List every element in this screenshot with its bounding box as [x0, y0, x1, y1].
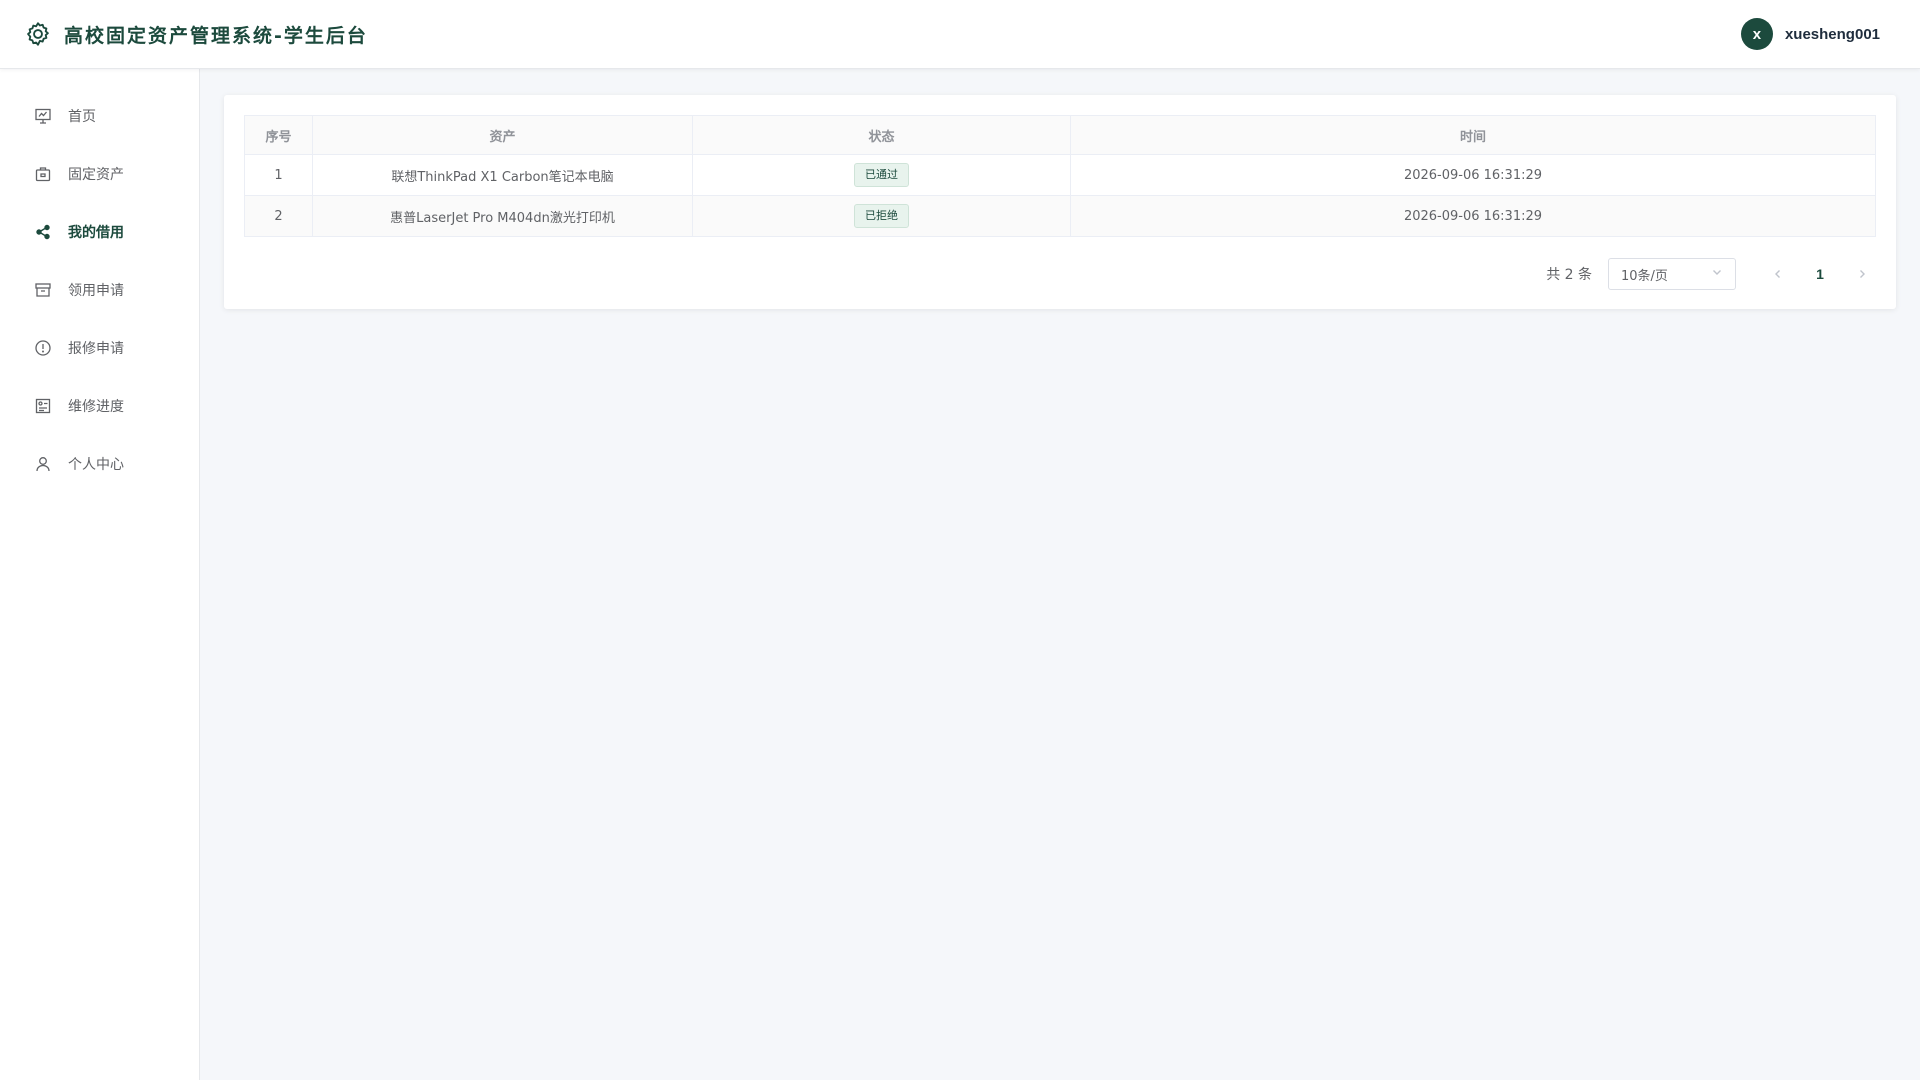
borrow-table: 序号 资产 状态 时间 1 联想ThinkPad X1 Carbon笔记本电脑 …	[244, 115, 1876, 237]
sidebar-item-profile[interactable]: 个人中心	[0, 435, 199, 493]
page-number-current[interactable]: 1	[1808, 266, 1832, 282]
column-header-time: 时间	[1070, 115, 1876, 155]
sidebar-item-home[interactable]: 首页	[0, 87, 199, 145]
user-menu[interactable]: x xuesheng001	[1740, 18, 1880, 50]
borrow-list-card: 序号 资产 状态 时间 1 联想ThinkPad X1 Carbon笔记本电脑 …	[224, 95, 1896, 309]
table-row[interactable]: 2 惠普LaserJet Pro M404dn激光打印机 已拒绝 2026-09…	[244, 195, 1876, 237]
chevron-down-icon	[1711, 266, 1723, 282]
brand: 高校固定资产管理系统-学生后台	[24, 20, 368, 48]
row-status: 已通过	[692, 154, 1071, 196]
sidebar-item-repair-request[interactable]: 报修申请	[0, 319, 199, 377]
sidebar-item-label: 维修进度	[68, 399, 124, 415]
presentation-icon	[34, 107, 52, 125]
pagination: 共 2 条 10条/页 1	[244, 258, 1876, 290]
page-size-select[interactable]: 10条/页	[1608, 258, 1736, 290]
table-header-row: 序号 资产 状态 时间	[244, 115, 1876, 155]
row-time: 2026-09-06 16:31:29	[1070, 195, 1876, 237]
sidebar-item-claim-request[interactable]: 领用申请	[0, 261, 199, 319]
progress-icon	[34, 397, 52, 415]
page-size-value: 10条/页	[1621, 268, 1668, 284]
pagination-total: 共 2 条	[1546, 267, 1592, 283]
sidebar-item-my-borrow[interactable]: 我的借用	[0, 203, 199, 261]
row-time: 2026-09-06 16:31:29	[1070, 154, 1876, 196]
column-header-status: 状态	[692, 115, 1071, 155]
sidebar-item-label: 领用申请	[68, 283, 124, 299]
page-title: 高校固定资产管理系统-学生后台	[64, 24, 368, 47]
row-status: 已拒绝	[692, 195, 1071, 237]
prev-page-button[interactable]	[1764, 260, 1792, 288]
status-badge: 已拒绝	[854, 204, 909, 228]
sidebar: 首页 固定资产 我的借用 领用申请 报修申请 维修进度 个人中心	[0, 69, 200, 1080]
row-asset: 联想ThinkPad X1 Carbon笔记本电脑	[312, 154, 693, 196]
share-icon	[34, 223, 52, 241]
row-index: 2	[244, 195, 313, 237]
next-page-button[interactable]	[1848, 260, 1876, 288]
sidebar-item-label: 首页	[68, 109, 96, 125]
sidebar-item-label: 固定资产	[68, 167, 124, 183]
sidebar-item-label: 报修申请	[68, 341, 124, 357]
status-badge: 已通过	[854, 163, 909, 187]
sidebar-item-label: 个人中心	[68, 457, 124, 473]
sidebar-item-assets[interactable]: 固定资产	[0, 145, 199, 203]
sidebar-item-repair-progress[interactable]: 维修进度	[0, 377, 199, 435]
box-icon	[34, 281, 52, 299]
warning-icon	[34, 339, 52, 357]
username[interactable]: xuesheng001	[1785, 26, 1880, 43]
table-row[interactable]: 1 联想ThinkPad X1 Carbon笔记本电脑 已通过 2026-09-…	[244, 154, 1876, 196]
chevron-right-icon	[1860, 270, 1865, 278]
sidebar-item-label: 我的借用	[68, 225, 124, 241]
user-icon	[34, 455, 52, 473]
gear-icon	[24, 20, 52, 48]
row-asset: 惠普LaserJet Pro M404dn激光打印机	[312, 195, 693, 237]
chevron-left-icon	[1775, 270, 1780, 278]
avatar[interactable]: x	[1740, 18, 1773, 50]
briefcase-icon	[34, 165, 52, 183]
column-header-asset: 资产	[312, 115, 693, 155]
row-index: 1	[244, 154, 313, 196]
main-content: 序号 资产 状态 时间 1 联想ThinkPad X1 Carbon笔记本电脑 …	[200, 69, 1920, 1080]
top-header: 高校固定资产管理系统-学生后台 x xuesheng001	[0, 0, 1920, 69]
column-header-index: 序号	[244, 115, 313, 155]
